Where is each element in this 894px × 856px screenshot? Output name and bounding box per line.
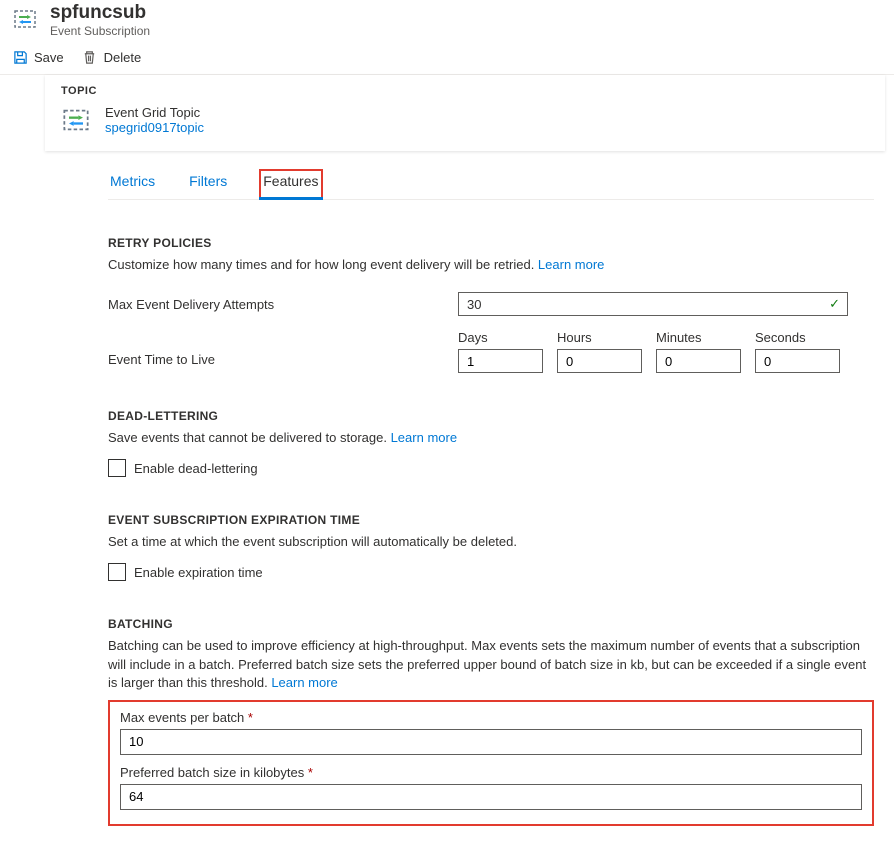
page-title: spfuncsub <box>50 2 150 24</box>
delete-icon <box>82 50 98 66</box>
subscription-icon <box>12 6 38 32</box>
max-delivery-label: Max Event Delivery Attempts <box>108 297 458 312</box>
save-icon <box>12 50 28 66</box>
expiration-section: EVENT SUBSCRIPTION EXPIRATION TIME Set a… <box>108 513 874 581</box>
hours-input[interactable] <box>557 349 642 373</box>
required-asterisk: * <box>248 710 253 725</box>
minutes-label: Minutes <box>656 330 741 345</box>
batching-desc: Batching can be used to improve efficien… <box>108 637 874 692</box>
topic-type: Event Grid Topic <box>105 105 204 120</box>
check-icon: ✓ <box>829 296 840 312</box>
days-input[interactable] <box>458 349 543 373</box>
max-events-label: Max events per batch * <box>120 710 862 725</box>
tab-filters[interactable]: Filters <box>187 169 229 199</box>
save-button[interactable]: Save <box>12 50 64 66</box>
required-asterisk: * <box>308 765 313 780</box>
topic-icon <box>61 105 91 135</box>
days-label: Days <box>458 330 543 345</box>
batching-title: BATCHING <box>108 617 874 631</box>
toolbar: Save Delete <box>0 44 894 75</box>
batching-section: BATCHING Batching can be used to improve… <box>108 617 874 826</box>
dead-lettering-section: DEAD-LETTERING Save events that cannot b… <box>108 409 874 477</box>
tab-features[interactable]: Features <box>259 169 322 199</box>
seconds-input[interactable] <box>755 349 840 373</box>
batching-fields-box: Max events per batch * Preferred batch s… <box>108 700 874 826</box>
enable-expiration-label: Enable expiration time <box>134 565 263 580</box>
max-delivery-input[interactable] <box>458 292 848 316</box>
retry-learn-more-link[interactable]: Learn more <box>538 257 604 272</box>
ttl-label: Event Time to Live <box>108 330 458 367</box>
content-area: Metrics Filters Features RETRY POLICIES … <box>0 151 894 856</box>
tab-metrics[interactable]: Metrics <box>108 169 157 199</box>
enable-deadlettering-checkbox[interactable] <box>108 459 126 477</box>
deadletter-title: DEAD-LETTERING <box>108 409 874 423</box>
retry-title: RETRY POLICIES <box>108 236 874 250</box>
expiration-title: EVENT SUBSCRIPTION EXPIRATION TIME <box>108 513 874 527</box>
max-events-input[interactable] <box>120 729 862 755</box>
save-label: Save <box>34 50 64 65</box>
delete-button[interactable]: Delete <box>82 50 142 66</box>
topic-card: TOPIC Event Grid Topic spegrid0917topic <box>45 75 885 151</box>
deadletter-desc: Save events that cannot be delivered to … <box>108 429 874 447</box>
minutes-input[interactable] <box>656 349 741 373</box>
enable-expiration-checkbox[interactable] <box>108 563 126 581</box>
batch-size-input[interactable] <box>120 784 862 810</box>
batching-learn-more-link[interactable]: Learn more <box>271 675 337 690</box>
topic-link[interactable]: spegrid0917topic <box>105 120 204 135</box>
topic-section-label: TOPIC <box>61 85 885 97</box>
enable-deadlettering-label: Enable dead-lettering <box>134 461 258 476</box>
hours-label: Hours <box>557 330 642 345</box>
retry-desc: Customize how many times and for how lon… <box>108 256 874 274</box>
page-header: spfuncsub Event Subscription <box>0 0 894 44</box>
tab-list: Metrics Filters Features <box>108 169 874 200</box>
batch-size-label: Preferred batch size in kilobytes * <box>120 765 862 780</box>
page-subtitle: Event Subscription <box>50 24 150 38</box>
seconds-label: Seconds <box>755 330 840 345</box>
retry-policies-section: RETRY POLICIES Customize how many times … <box>108 236 874 373</box>
expiration-desc: Set a time at which the event subscripti… <box>108 533 874 551</box>
deadletter-learn-more-link[interactable]: Learn more <box>391 430 457 445</box>
delete-label: Delete <box>104 50 142 65</box>
